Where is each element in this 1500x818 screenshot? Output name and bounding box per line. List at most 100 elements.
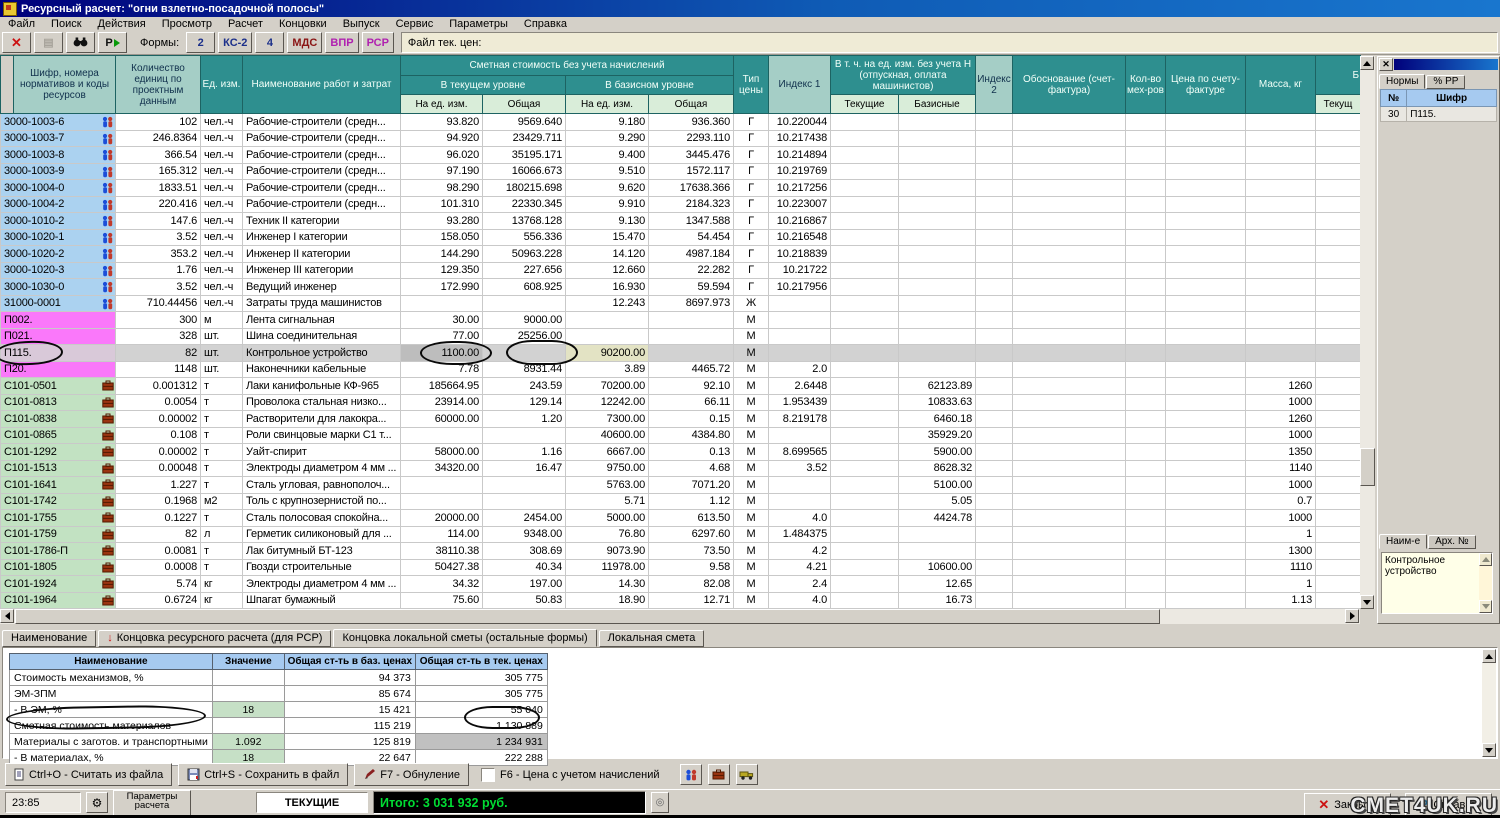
grid-cell-unit[interactable]: т [201,411,243,428]
total-options-button[interactable]: ◎ [651,792,669,813]
grid-cell-idx2[interactable] [976,312,1013,329]
grid-cell-cur_u[interactable] [401,295,483,312]
grid-cell-just[interactable] [1013,394,1126,411]
grid-cell-mass[interactable] [1246,147,1316,164]
grid-cell-unit[interactable]: чел.-ч [201,213,243,230]
grid-cell-idx1[interactable]: 1.484375 [769,526,831,543]
grid-cell-tek[interactable] [831,229,899,246]
grid-cell-type[interactable]: М [734,559,769,576]
grid-cell-base_u[interactable]: 9.620 [566,180,649,197]
grid-cell-cur_u[interactable]: 185664.95 [401,378,483,395]
table-row[interactable]: П021.328шт.Шина соединительная77.0025256… [1,328,1361,345]
grid-cell-cur_u[interactable]: 34320.00 [401,460,483,477]
grid-cell-unit[interactable]: т [201,427,243,444]
grid-cell-tek[interactable] [831,559,899,576]
grid-cell-invoice[interactable] [1166,312,1246,329]
table-row[interactable]: С101-17420.1968м2Толь с крупнозернистой … [1,493,1361,510]
grid-cell-base_u[interactable]: 9.910 [566,196,649,213]
menu-output[interactable]: Выпуск [335,17,388,31]
grid-cell-qty[interactable]: 0.0054 [116,394,201,411]
grid-cell-cur_u[interactable]: 97.190 [401,163,483,180]
grid-cell-type[interactable]: Г [734,196,769,213]
menu-endings[interactable]: Концовки [271,17,335,31]
grid-cell-idx1[interactable]: 10.220044 [769,114,831,131]
grid-cell-base_u[interactable]: 9.400 [566,147,649,164]
grid-cell-mech[interactable] [1126,411,1166,428]
grid-cell-just[interactable] [1013,229,1126,246]
grid-cell-qty[interactable]: 82 [116,526,201,543]
grid-cell-b[interactable] [1316,361,1361,378]
grid-cell-base_t[interactable]: 6297.60 [649,526,734,543]
resource-code-cell[interactable]: С101-0813 [1,394,116,411]
grid-cell-unit[interactable]: л [201,526,243,543]
grid-cell-mass[interactable]: 0.7 [1246,493,1316,510]
grid-cell-cur_t[interactable]: 16066.673 [483,163,566,180]
grid-cell-tek[interactable] [831,163,899,180]
grid-cell-tek[interactable] [831,345,899,362]
grid-cell-base_t[interactable]: 4384.80 [649,427,734,444]
grid-cell-name[interactable]: Электроды диаметром 4 мм ... [243,576,401,593]
resource-code-cell[interactable]: 3000-1020-1 [1,229,116,246]
grid-cell-qty[interactable]: 0.0008 [116,559,201,576]
grid-cell-unit[interactable]: м2 [201,493,243,510]
grid-cell-idx2[interactable] [976,378,1013,395]
table-row[interactable]: С101-18050.0008тГвозди строительные50427… [1,559,1361,576]
grid-cell-just[interactable] [1013,526,1126,543]
grid-cell-tek[interactable] [831,592,899,609]
grid-cell-just[interactable] [1013,345,1126,362]
grid-cell-base_u[interactable]: 14.120 [566,246,649,263]
grid-cell-idx1[interactable]: 4.0 [769,510,831,527]
grid-cell-idx2[interactable] [976,295,1013,312]
grid-cell-unit[interactable]: т [201,394,243,411]
grid-cell-invoice[interactable] [1166,378,1246,395]
grid-cell-base_t[interactable]: 4987.184 [649,246,734,263]
grid-cell-invoice[interactable] [1166,394,1246,411]
grid-cell-name[interactable]: Рабочие-строители (средн... [243,163,401,180]
grid-cell-name[interactable]: Инженер I категории [243,229,401,246]
grid-cell-tek[interactable] [831,328,899,345]
grid-cell-base_u[interactable]: 11978.00 [566,559,649,576]
grid-cell-mass[interactable]: 1350 [1246,444,1316,461]
grid-cell-base_u[interactable]: 9.180 [566,114,649,131]
grid-cell-cur_u[interactable] [401,427,483,444]
grid-cell-just[interactable] [1013,246,1126,263]
grid-cell-just[interactable] [1013,147,1126,164]
vscroll-thumb[interactable] [1360,448,1375,486]
grid-cell-baz[interactable]: 8628.32 [899,460,976,477]
grid-cell-cur_u[interactable]: 58000.00 [401,444,483,461]
grid-cell-name[interactable]: Роли свинцовые марки С1 т... [243,427,401,444]
tab-percent-rr[interactable]: % РР [1426,75,1465,89]
grid-cell-base_u[interactable]: 6667.00 [566,444,649,461]
grid-cell-qty[interactable]: 300 [116,312,201,329]
grid-cell-cur_u[interactable]: 30.00 [401,312,483,329]
binoculars-search-button[interactable] [66,32,95,53]
grid-cell-type[interactable]: Ж [734,295,769,312]
summary-scrollbar[interactable] [1482,649,1496,757]
calc-params-button[interactable]: Параметры расчета [113,790,191,816]
grid-cell-base_t[interactable]: 4.68 [649,460,734,477]
menu-actions[interactable]: Действия [90,17,154,31]
grid-cell-b[interactable] [1316,130,1361,147]
grid-cell-base_t[interactable]: 1572.117 [649,163,734,180]
grid-cell-cur_t[interactable] [483,295,566,312]
grid-cell-name[interactable]: Шина соединительная [243,328,401,345]
scroll-down-button[interactable] [1360,595,1374,609]
grid-cell-name[interactable]: Рабочие-строители (средн... [243,147,401,164]
summary-row[interactable]: - В ЭМ, %1815 42155 040 [10,702,548,718]
grid-cell-idx1[interactable]: 10.216867 [769,213,831,230]
grid-cell-mass[interactable]: 1140 [1246,460,1316,477]
grid-cell-idx1[interactable]: 10.214894 [769,147,831,164]
grid-cell-unit[interactable]: чел.-ч [201,262,243,279]
table-row[interactable]: С101-08130.0054тПроволока стальная низко… [1,394,1361,411]
grid-cell-mech[interactable] [1126,510,1166,527]
grid-hscrollbar[interactable] [0,609,1360,624]
grid-cell-name[interactable]: Лента сигнальная [243,312,401,329]
grid-cell-baz[interactable] [899,312,976,329]
grid-cell-cur_t[interactable]: 180215.698 [483,180,566,197]
grid-cell-unit[interactable]: т [201,543,243,560]
grid-cell-idx2[interactable] [976,130,1013,147]
grid-cell-name[interactable]: Лаки канифольные КФ-965 [243,378,401,395]
table-row[interactable]: 3000-1010-2147.6чел.-чТехник II категори… [1,213,1361,230]
grid-cell-idx1[interactable] [769,493,831,510]
resource-code-cell[interactable]: С101-0501 [1,378,116,395]
